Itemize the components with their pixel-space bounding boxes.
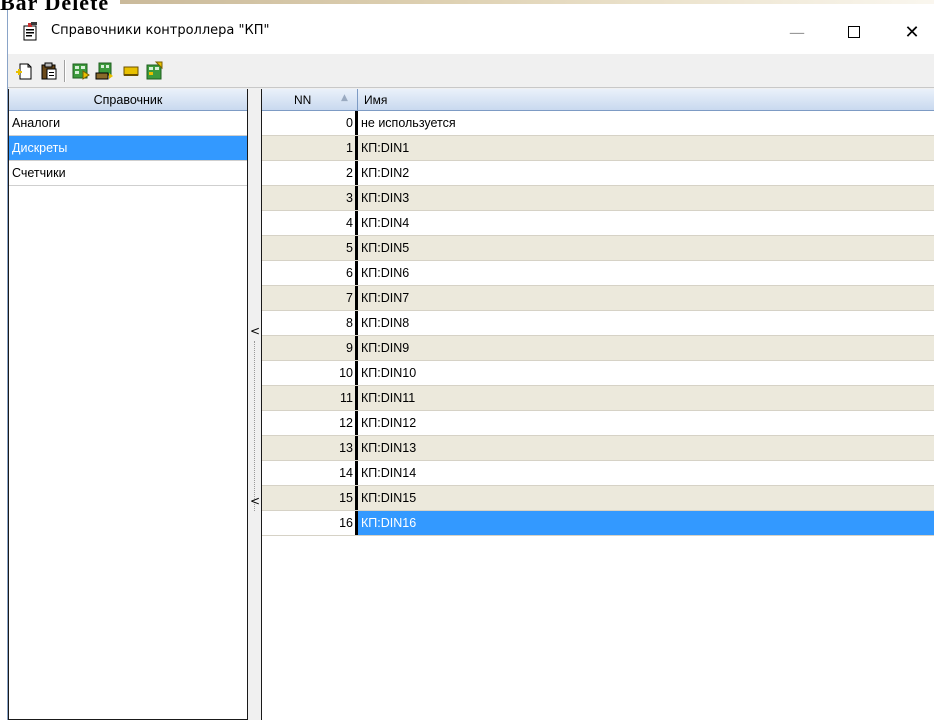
new-item-button[interactable]	[14, 59, 36, 83]
cell-nn[interactable]: 12	[262, 411, 358, 435]
column-header-name[interactable]: Имя	[358, 89, 934, 111]
table-export-button[interactable]	[144, 59, 166, 83]
cell-nn[interactable]: 7	[262, 286, 358, 310]
cell-name[interactable]: КП:DIN10	[358, 361, 934, 385]
dictionary-list-item-label: Дискреты	[12, 141, 68, 155]
table-row[interactable]: 15 КП:DIN15	[262, 486, 934, 511]
close-button[interactable]: ✕	[889, 10, 934, 54]
cell-nn[interactable]: 13	[262, 436, 358, 460]
table-row[interactable]: 14 КП:DIN14	[262, 461, 934, 486]
maximize-button[interactable]	[831, 10, 877, 54]
table-row[interactable]: 6 КП:DIN6	[262, 261, 934, 286]
dictionary-window: Справочники контроллера "КП" — ✕ Справоч…	[7, 10, 934, 720]
collapse-left-arrow-icon-2[interactable]: <	[250, 495, 260, 507]
cell-name[interactable]: КП:DIN1	[358, 136, 934, 160]
entries-table-pane: NN ▲ Имя 0 не используется 1 КП:DIN1 2 КП:DIN…	[261, 88, 934, 720]
export-excel-button[interactable]	[70, 59, 92, 83]
entries-table-body: 0 не используется 1 КП:DIN1 2 КП:DIN2 3 КП:DIN3…	[262, 111, 934, 536]
table-row[interactable]: 3 КП:DIN3	[262, 186, 934, 211]
window-title: Справочники контроллера "КП"	[51, 23, 270, 38]
sort-ascending-icon: ▲	[341, 92, 348, 103]
cell-nn[interactable]: 5	[262, 236, 358, 260]
dictionary-column-header[interactable]: Справочник	[9, 89, 247, 111]
cell-nn[interactable]: 11	[262, 386, 358, 410]
cell-name[interactable]: КП:DIN9	[358, 336, 934, 360]
cell-nn[interactable]: 16	[262, 511, 358, 535]
table-row[interactable]: 9 КП:DIN9	[262, 336, 934, 361]
cell-nn[interactable]: 4	[262, 211, 358, 235]
dictionary-list-item[interactable]: Аналоги	[9, 111, 247, 136]
cell-name[interactable]: не используется	[358, 111, 934, 135]
import-excel-icon	[95, 62, 113, 80]
toolbar	[8, 54, 934, 88]
cell-nn[interactable]: 10	[262, 361, 358, 385]
table-row[interactable]: 16 КП:DIN16	[262, 511, 934, 536]
minimize-button[interactable]: —	[774, 10, 820, 54]
dictionary-header-label: Справочник	[93, 92, 163, 107]
cell-nn[interactable]: 6	[262, 261, 358, 285]
cell-nn[interactable]: 14	[262, 461, 358, 485]
cell-name[interactable]: КП:DIN5	[358, 236, 934, 260]
cell-name[interactable]: КП:DIN15	[358, 486, 934, 510]
maximize-icon	[848, 26, 860, 38]
column-header-nn-label: NN	[294, 92, 312, 107]
new-item-icon	[16, 63, 32, 80]
cell-nn[interactable]: 2	[262, 161, 358, 185]
cell-nn[interactable]: 15	[262, 486, 358, 510]
dictionary-list-pane: Справочник Аналоги Дискреты Счетчики	[8, 89, 248, 720]
cell-name[interactable]: КП:DIN8	[358, 311, 934, 335]
cell-name[interactable]: КП:DIN16	[358, 511, 934, 535]
flag-button[interactable]	[120, 59, 142, 83]
toolbar-separator	[64, 60, 66, 82]
entries-table-header: NN ▲ Имя	[262, 88, 934, 111]
export-excel-icon	[72, 63, 90, 80]
app-icon	[23, 22, 37, 41]
dictionary-list: Аналоги Дискреты Счетчики	[9, 111, 247, 186]
table-row[interactable]: 5 КП:DIN5	[262, 236, 934, 261]
collapse-left-arrow-icon[interactable]: <	[250, 325, 260, 337]
table-row[interactable]: 4 КП:DIN4	[262, 211, 934, 236]
table-row[interactable]: 13 КП:DIN13	[262, 436, 934, 461]
cell-name[interactable]: КП:DIN2	[358, 161, 934, 185]
cell-name[interactable]: КП:DIN4	[358, 211, 934, 235]
cell-name[interactable]: КП:DIN6	[358, 261, 934, 285]
table-row[interactable]: 2 КП:DIN2	[262, 161, 934, 186]
background-art	[120, 0, 934, 4]
table-export-icon	[146, 61, 163, 80]
table-row[interactable]: 7 КП:DIN7	[262, 286, 934, 311]
table-row[interactable]: 1 КП:DIN1	[262, 136, 934, 161]
cell-name[interactable]: КП:DIN3	[358, 186, 934, 210]
dictionary-list-item[interactable]: Счетчики	[9, 161, 247, 186]
paste-button[interactable]	[38, 59, 60, 83]
cell-name[interactable]: КП:DIN12	[358, 411, 934, 435]
dictionary-list-item[interactable]: Дискреты	[9, 136, 247, 161]
pane-splitter[interactable]: < <	[248, 89, 261, 720]
cell-name[interactable]: КП:DIN13	[358, 436, 934, 460]
table-row[interactable]: 10 КП:DIN10	[262, 361, 934, 386]
cell-nn[interactable]: 8	[262, 311, 358, 335]
import-excel-button[interactable]	[94, 59, 116, 83]
cell-name[interactable]: КП:DIN7	[358, 286, 934, 310]
dictionary-list-item-label: Счетчики	[12, 166, 66, 180]
cell-nn[interactable]: 9	[262, 336, 358, 360]
flag-icon	[123, 66, 139, 76]
cell-nn[interactable]: 0	[262, 111, 358, 135]
table-row[interactable]: 11 КП:DIN11	[262, 386, 934, 411]
cell-nn[interactable]: 1	[262, 136, 358, 160]
dictionary-list-item-label: Аналоги	[12, 116, 61, 130]
title-bar[interactable]: Справочники контроллера "КП" — ✕	[8, 10, 934, 54]
table-row[interactable]: 12 КП:DIN12	[262, 411, 934, 436]
cell-name[interactable]: КП:DIN14	[358, 461, 934, 485]
table-row[interactable]: 0 не используется	[262, 111, 934, 136]
paste-icon	[41, 62, 57, 80]
splitter-grip[interactable]	[254, 341, 256, 511]
minimize-icon: —	[789, 22, 805, 42]
close-icon: ✕	[904, 21, 920, 43]
cell-name[interactable]: КП:DIN11	[358, 386, 934, 410]
table-row[interactable]: 8 КП:DIN8	[262, 311, 934, 336]
column-header-nn[interactable]: NN ▲	[262, 88, 358, 111]
column-header-name-label: Имя	[364, 92, 388, 107]
cell-nn[interactable]: 3	[262, 186, 358, 210]
